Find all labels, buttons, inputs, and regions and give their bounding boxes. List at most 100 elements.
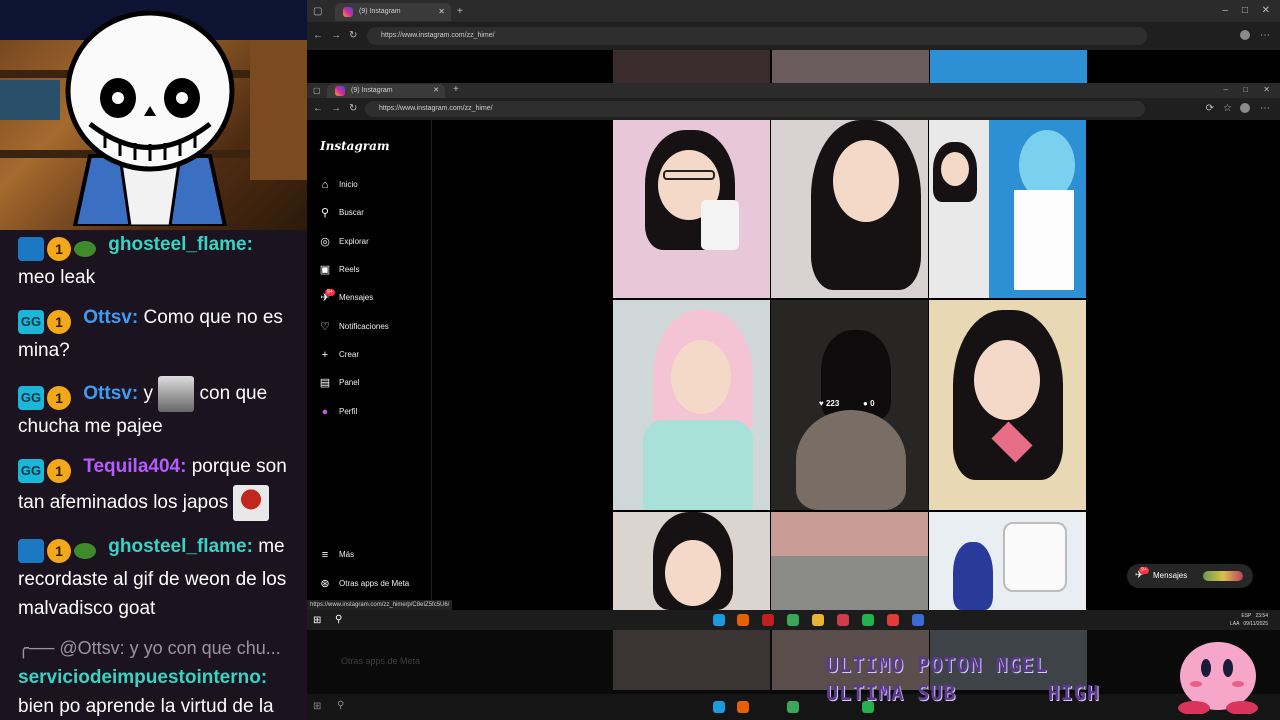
post-thumbnail[interactable] <box>929 300 1086 510</box>
name-line-1: NGEL <box>995 653 1048 677</box>
windows-start-icon[interactable]: ⊞ <box>313 615 321 627</box>
chat-username[interactable]: ghosteel_flame: <box>108 536 253 557</box>
nav-mas[interactable]: ≡ Más <box>319 546 354 564</box>
chat-username[interactable]: Tequila404: <box>83 456 186 477</box>
ghost-label: Otras apps de Meta <box>341 656 421 666</box>
post-thumbnail[interactable] <box>771 512 928 610</box>
tab-actions-icon[interactable]: ▢ <box>313 6 322 18</box>
sub-badge: 1 <box>47 386 71 410</box>
chat-username[interactable]: Ottsv: <box>83 383 138 404</box>
chat-text: bien po aprende la virtud de la homosexu… <box>18 696 274 718</box>
outer-tab[interactable]: (9) Instagram ✕ <box>335 3 451 21</box>
app-icon[interactable] <box>762 614 774 626</box>
chat-username[interactable]: Ottsv: <box>83 307 138 328</box>
tab-close-icon[interactable]: ✕ <box>438 3 445 21</box>
profile-avatar-icon[interactable] <box>1240 30 1250 40</box>
moderator-badge <box>18 236 44 261</box>
instagram-logo[interactable]: Instagram <box>320 139 390 153</box>
name-line-2: HIGH <box>1047 681 1100 705</box>
tab-actions-icon[interactable]: ▢ <box>313 85 321 97</box>
app-icon[interactable] <box>887 614 899 626</box>
reels-icon: ▣ <box>319 264 331 276</box>
close-icon[interactable]: ✕ <box>1262 5 1270 17</box>
post-thumbnail[interactable] <box>613 300 770 510</box>
edge-icon <box>713 701 725 713</box>
notification-badge: 9+ <box>1139 567 1149 574</box>
chat-message: 1 ghosteel_flame: meo leak <box>0 230 307 292</box>
app-icon[interactable] <box>912 614 924 626</box>
post-thumbnail[interactable] <box>929 120 1086 298</box>
nav-label: Inicio <box>339 180 358 189</box>
aquarium <box>0 80 60 120</box>
reload-icon[interactable]: ↻ <box>349 103 357 115</box>
nav-panel[interactable]: ▤ Panel <box>319 374 360 392</box>
extensions-icon[interactable]: ⟳ <box>1206 103 1214 115</box>
status-bar-url: https://www.instagram.com/zz_hime/p/C8eI… <box>307 600 453 610</box>
post-thumbnail[interactable] <box>772 50 929 83</box>
more-icon[interactable]: ⋯ <box>1260 103 1270 115</box>
messages-pill-label: Mensajes <box>1153 571 1188 580</box>
nav-inicio[interactable]: ⌂ Inicio <box>319 176 358 194</box>
nav-buscar[interactable]: ⚲ Buscar <box>319 204 364 222</box>
post-thumbnail[interactable] <box>613 120 770 298</box>
tab-close-icon[interactable]: ✕ <box>433 84 439 98</box>
post-thumbnail-hovered[interactable]: ♥ 223 ● 0 <box>771 300 928 510</box>
favorites-icon[interactable]: ☆ <box>1223 103 1232 115</box>
app-icon[interactable] <box>837 614 849 626</box>
firefox-icon[interactable] <box>737 614 749 626</box>
edge-icon[interactable] <box>713 614 725 626</box>
app-icon[interactable] <box>862 614 874 626</box>
instagram-sidebar: Instagram ⌂ Inicio ⚲ Buscar ◎ Explorar ▣ Ree… <box>307 120 432 610</box>
forward-icon[interactable]: → <box>331 103 341 115</box>
nav-reels[interactable]: ▣ Reels <box>319 261 360 279</box>
system-tray[interactable]: ESP 23:54 LAA 09/11/2025 <box>1230 612 1268 628</box>
outer-page-content <box>307 50 1280 83</box>
back-icon[interactable]: ← <box>313 103 323 115</box>
url-field[interactable]: https://www.instagram.com/zz_hime/ <box>365 101 1145 117</box>
chat-username[interactable]: serviciodeimpuestointerno: <box>18 667 267 688</box>
more-icon[interactable]: ⋯ <box>1260 30 1270 42</box>
post-thumbnail[interactable] <box>613 512 770 610</box>
nav-mensajes[interactable]: ✈ 9+ Mensajes <box>319 289 373 307</box>
close-icon[interactable]: ✕ <box>1263 84 1270 96</box>
wooden-wall <box>250 40 307 180</box>
chrome-icon[interactable] <box>787 614 799 626</box>
maximize-icon[interactable]: □ <box>1243 84 1248 96</box>
file-explorer-icon[interactable] <box>812 614 824 626</box>
reload-icon[interactable]: ↻ <box>349 30 357 42</box>
maximize-icon[interactable]: □ <box>1242 5 1248 17</box>
minimize-icon[interactable]: – <box>1222 5 1228 17</box>
sub-alert-overlay: ULTIMO POTON NGEL ULTIMA SUB HIGH <box>826 651 1100 707</box>
avatar-icon: ● <box>321 406 329 418</box>
kirby-sprite <box>1178 642 1258 714</box>
chat-username[interactable]: ghosteel_flame: <box>108 234 253 255</box>
gg-badge: GG <box>18 459 44 483</box>
browser-tab[interactable]: (9) Instagram ✕ <box>327 84 445 98</box>
nav-explorar[interactable]: ◎ Explorar <box>319 233 369 251</box>
nav-crear[interactable]: + Crear <box>319 346 359 364</box>
search-icon[interactable]: ⚲ <box>335 614 342 626</box>
post-thumbnail[interactable] <box>613 50 770 83</box>
firefox-icon <box>737 701 749 713</box>
nav-notificaciones[interactable]: ♡ Notificaciones <box>319 318 389 336</box>
meta-icon: ⊛ <box>320 578 330 590</box>
nav-otras-apps[interactable]: ⊛ Otras apps de Meta <box>319 575 409 593</box>
messages-pill[interactable]: ✈ 9+ Mensajes <box>1127 564 1253 588</box>
gg-badge: GG <box>18 386 44 410</box>
nav-perfil[interactable]: ● Perfil <box>319 403 358 421</box>
browser-window: ▢ (9) Instagram ✕ + – □ ✕ ← → ↻ https://… <box>307 83 1280 610</box>
new-tab-icon[interactable]: + <box>457 6 463 18</box>
chat-text: meo leak <box>18 267 96 288</box>
address-bar-row: ← → ↻ https://www.instagram.com/zz_hime/… <box>307 98 1280 120</box>
forward-icon[interactable]: → <box>331 30 341 42</box>
profile-avatar-icon[interactable] <box>1240 103 1250 113</box>
minimize-icon[interactable]: – <box>1224 84 1228 96</box>
chat-message: GG 1 Ottsv: Como que no es mina? <box>0 303 307 365</box>
new-tab-icon[interactable]: + <box>453 84 459 96</box>
post-thumbnail[interactable] <box>930 50 1087 83</box>
post-thumbnail[interactable] <box>929 512 1086 610</box>
back-icon[interactable]: ← <box>313 30 323 42</box>
post-thumbnail[interactable] <box>771 120 928 298</box>
streamer-camera <box>0 0 307 230</box>
outer-url-field[interactable]: https://www.instagram.com/zz_hime/ <box>367 27 1147 45</box>
